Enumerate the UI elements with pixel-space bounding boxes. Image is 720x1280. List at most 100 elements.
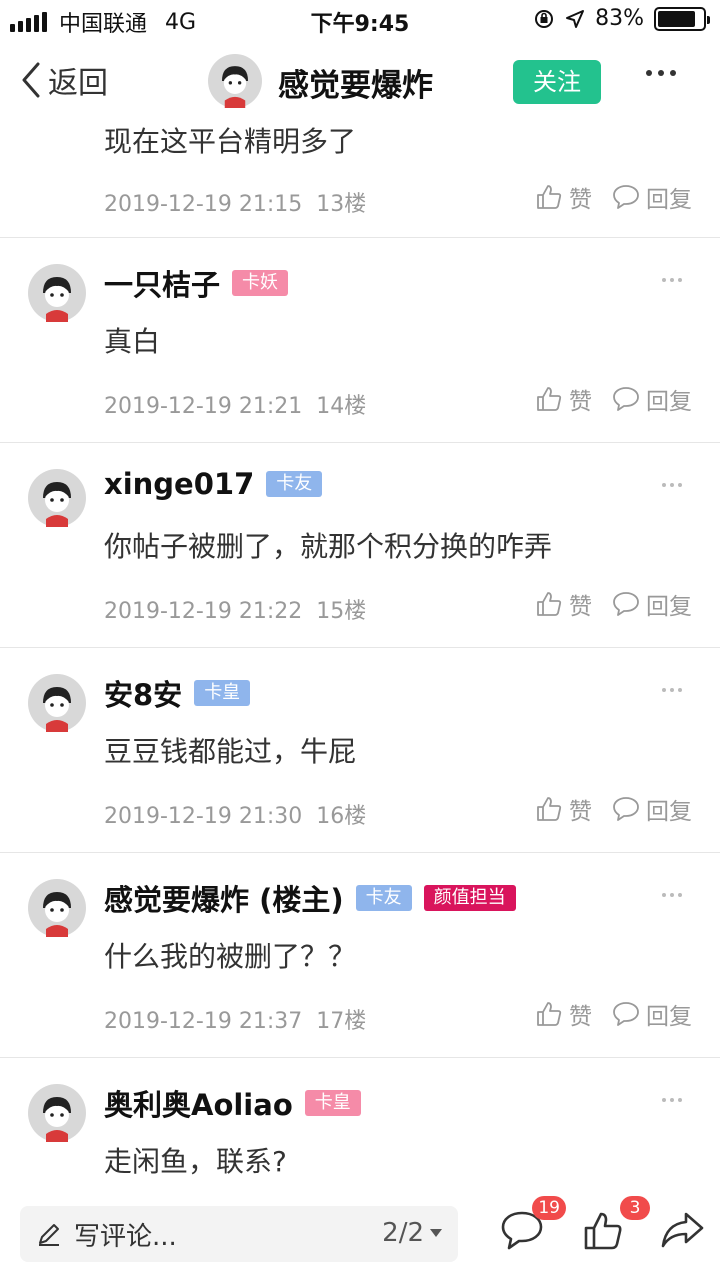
reply-button[interactable]: 回复 xyxy=(612,382,692,416)
comment-text: 真白 xyxy=(104,325,161,358)
pencil-icon xyxy=(39,1224,59,1246)
thumbs-up-icon xyxy=(584,1212,622,1250)
page-indicator: 2/2 xyxy=(382,1218,424,1248)
user-badge: 卡友 xyxy=(266,471,323,497)
comment-item: 奥利奥Aoliao 卡皇 走闲鱼，联系? xyxy=(0,1058,720,1190)
username[interactable]: xinge017 xyxy=(104,467,254,501)
status-bar: 中国联通 4G 下午9:45 83% xyxy=(0,0,720,40)
comment-time: 2019-12-19 21:22 xyxy=(104,599,303,624)
author-avatar[interactable] xyxy=(208,54,262,112)
comment-floor: 15楼 xyxy=(316,599,367,624)
like-button[interactable]: 赞 xyxy=(535,997,592,1031)
speech-bubble-icon xyxy=(613,185,639,209)
battery-icon xyxy=(654,6,710,31)
comment-placeholder: 写评论... xyxy=(74,1221,177,1252)
comment-more-button[interactable] xyxy=(662,688,682,692)
comment-more-button[interactable] xyxy=(662,278,682,282)
comment-meta: 2019-12-19 21:37 17楼 xyxy=(104,1003,366,1035)
comment-meta: 2019-12-19 21:22 15楼 xyxy=(104,593,366,625)
user-avatar[interactable] xyxy=(28,879,86,941)
speech-bubble-icon xyxy=(613,387,639,411)
user-badge: 卡皇 xyxy=(304,1090,361,1116)
comment-meta: 2019-12-19 21:15 13楼 xyxy=(104,186,366,218)
rotation-lock-icon xyxy=(535,9,554,28)
user-title-badge: 颜值担当 xyxy=(423,885,516,911)
chevron-left-icon xyxy=(22,62,40,98)
comment-time: 2019-12-19 21:15 xyxy=(104,192,303,217)
reply-button[interactable]: 回复 xyxy=(612,997,692,1031)
nav-bar: 返回 感觉要爆炸 关注 xyxy=(0,40,720,120)
username[interactable]: 奥利奥Aoliao xyxy=(104,1082,293,1124)
battery-percent: 83% xyxy=(595,6,644,31)
caret-down-icon xyxy=(430,1229,442,1237)
speech-bubble-icon xyxy=(613,797,639,821)
page-selector[interactable]: 2/2 xyxy=(382,1218,442,1248)
comment-item: 现在这平台精明多了 2019-12-19 21:15 13楼 赞 回复 xyxy=(0,120,720,238)
comment-more-button[interactable] xyxy=(662,893,682,897)
like-button[interactable]: 赞 xyxy=(535,792,592,826)
username[interactable]: 感觉要爆炸 (楼主) xyxy=(104,877,344,919)
back-label: 返回 xyxy=(48,66,108,101)
username[interactable]: 一只桔子 xyxy=(104,262,220,304)
like-button[interactable]: 赞 xyxy=(535,382,592,416)
comment-item: 感觉要爆炸 (楼主) 卡友 颜值担当 什么我的被删了？？ 2019-12-19 … xyxy=(0,853,720,1058)
avatar-icon xyxy=(208,54,262,108)
comment-time: 2019-12-19 21:30 xyxy=(104,804,303,829)
comment-text: 走闲鱼，联系? xyxy=(104,1145,287,1178)
speech-bubble-icon xyxy=(613,592,639,616)
thumbs-up-icon xyxy=(537,387,562,411)
avatar-icon xyxy=(28,264,86,322)
comment-meta: 2019-12-19 21:21 14楼 xyxy=(104,388,366,420)
comment-meta: 2019-12-19 21:30 16楼 xyxy=(104,798,366,830)
comment-floor: 13楼 xyxy=(316,192,367,217)
user-avatar[interactable] xyxy=(28,674,86,736)
user-badge: 卡妖 xyxy=(232,270,289,296)
like-button[interactable]: 赞 xyxy=(535,180,592,214)
comment-item: xinge017 卡友 你帖子被删了，就那个积分换的咋弄 2019-12-19 … xyxy=(0,443,720,648)
comment-floor: 16楼 xyxy=(316,804,367,829)
avatar-icon xyxy=(28,469,86,527)
like-post-button[interactable]: 3 xyxy=(582,1196,650,1256)
reply-button[interactable]: 回复 xyxy=(612,587,692,621)
user-badge: 卡友 xyxy=(355,885,412,911)
user-avatar[interactable] xyxy=(28,469,86,531)
thumbs-up-icon xyxy=(537,592,562,616)
comment-more-button[interactable] xyxy=(662,1098,682,1102)
username[interactable]: 安8安 xyxy=(104,672,182,714)
user-avatar[interactable] xyxy=(28,1084,86,1146)
comment-time: 2019-12-19 21:21 xyxy=(104,394,303,419)
comment-list: 现在这平台精明多了 2019-12-19 21:15 13楼 赞 回复 一只桔子… xyxy=(0,120,720,1190)
avatar-icon xyxy=(28,879,86,937)
comment-time: 2019-12-19 21:37 xyxy=(104,1009,303,1034)
share-button[interactable] xyxy=(660,1210,704,1254)
page-title: 感觉要爆炸 xyxy=(278,68,433,104)
comment-item: 安8安 卡皇 豆豆钱都能过，牛屁 2019-12-19 21:30 16楼 赞 … xyxy=(0,648,720,853)
user-avatar[interactable] xyxy=(28,264,86,326)
reply-button[interactable]: 回复 xyxy=(612,792,692,826)
like-count-badge: 3 xyxy=(620,1196,650,1220)
like-button[interactable]: 赞 xyxy=(535,587,592,621)
back-button[interactable]: 返回 xyxy=(20,58,108,102)
comment-floor: 17楼 xyxy=(316,1009,367,1034)
comment-text: 你帖子被删了，就那个积分换的咋弄 xyxy=(104,530,553,563)
comment-text: 什么我的被删了？？ xyxy=(104,940,357,973)
reply-button[interactable]: 回复 xyxy=(612,180,692,214)
clock: 下午9:45 xyxy=(310,12,410,37)
thumbs-up-icon xyxy=(537,797,562,821)
comment-input[interactable]: 写评论... 2/2 xyxy=(20,1206,458,1262)
location-icon xyxy=(566,9,585,28)
comment-text: 现在这平台精明多了 xyxy=(104,125,357,158)
follow-button[interactable]: 关注 xyxy=(513,60,601,104)
avatar-icon xyxy=(28,674,86,732)
comment-more-button[interactable] xyxy=(662,483,682,487)
comment-item: 一只桔子 卡妖 真白 2019-12-19 21:21 14楼 赞 回复 xyxy=(0,238,720,443)
thumbs-up-icon xyxy=(537,185,562,209)
comment-text: 豆豆钱都能过，牛屁 xyxy=(104,735,357,768)
comments-button[interactable]: 19 xyxy=(500,1196,566,1254)
thumbs-up-icon xyxy=(537,1002,562,1026)
avatar-icon xyxy=(28,1084,86,1142)
user-badge: 卡皇 xyxy=(194,680,251,706)
speech-bubble-icon xyxy=(613,1002,639,1026)
comment-floor: 14楼 xyxy=(316,394,367,419)
more-options-button[interactable] xyxy=(646,70,676,76)
